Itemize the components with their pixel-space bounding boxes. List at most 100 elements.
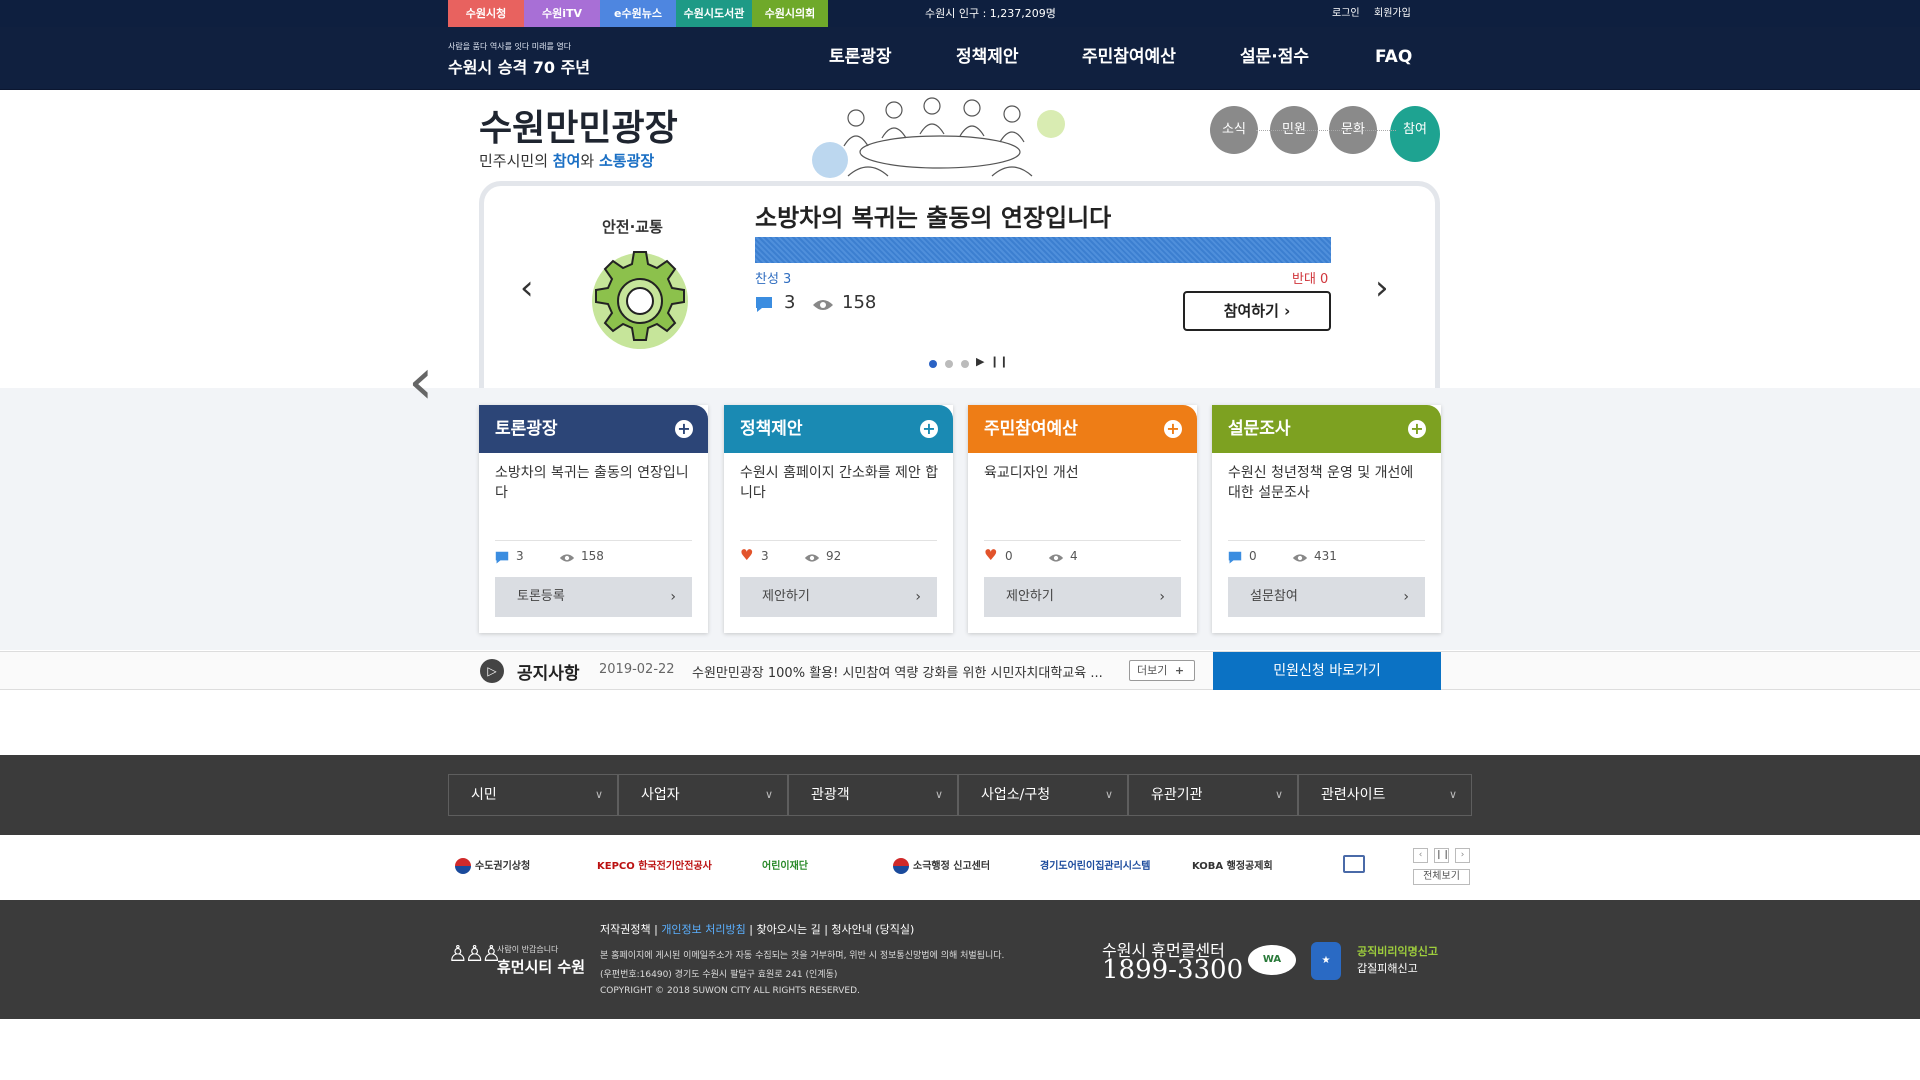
slide-next-button[interactable]: › [1375, 268, 1389, 308]
view-all-button[interactable]: 전체보기 [1413, 869, 1470, 885]
tab-suwon-city[interactable]: 수원시청 [448, 0, 524, 27]
footer-logo: 휴먼시티 수원 [497, 958, 586, 976]
slide-dot-3[interactable] [961, 360, 969, 368]
nav-faq[interactable]: FAQ [1375, 27, 1412, 87]
card-text[interactable]: 수원신 청년정책 운영 및 개선에 대한 설문조사 [1228, 463, 1428, 503]
partner-logo-4[interactable]: 소극행정 신고센터 [893, 857, 990, 874]
card-text[interactable]: 육교디자인 개선 [984, 463, 1184, 483]
notice-text[interactable]: 수원만민광장 100% 활용! 시민참여 역량 강화를 위한 시민자치대학교육 … [692, 662, 1122, 681]
monitor-icon[interactable] [1343, 855, 1365, 873]
plus-icon[interactable]: + [1408, 420, 1426, 438]
report-corruption-link[interactable]: 공직비리익명신고 [1357, 943, 1438, 959]
nav-budget[interactable]: 주민참여예산 [1082, 27, 1176, 87]
select-related-sites[interactable]: 관련사이트 ∨ [1298, 774, 1472, 816]
link-copyright[interactable]: 저작권정책 [600, 923, 651, 936]
nav-policy[interactable]: 정책제안 [956, 27, 1019, 87]
footer-logo-tagline: 사람이 반갑습니다 [497, 945, 559, 954]
card-action-button[interactable]: 제안하기 › [740, 577, 937, 617]
card-action-button[interactable]: 토론등록 › [495, 577, 692, 617]
people-icon: ♙♙♙ [448, 942, 501, 967]
chevron-down-icon: ∨ [594, 788, 603, 801]
card-text[interactable]: 수원시 홈페이지 간소화를 제안 합니다 [740, 463, 940, 503]
agree-count: 찬성 3 [755, 272, 792, 287]
card-header[interactable]: 설문조사 [1212, 405, 1441, 453]
signup-link[interactable]: 회원가입 [1374, 0, 1411, 27]
chevron-right-icon: › [670, 589, 676, 605]
card-header[interactable]: 정책제안 [724, 405, 953, 453]
card-stat-1: 0 [1249, 549, 1257, 563]
partner-logo-2[interactable]: KEPCO 한국전기안전공사 [597, 857, 712, 872]
slide-dot-1[interactable] [929, 360, 937, 368]
card-stat-1: 3 [516, 549, 524, 563]
select-citizen[interactable]: 시민 ∨ [448, 774, 618, 816]
card-action-button[interactable]: 제안하기 › [984, 577, 1181, 617]
tab-suwon-itv[interactable]: 수원iTV [524, 0, 600, 27]
report-abuse-link[interactable]: 갑질피해신고 [1357, 960, 1418, 976]
partner-logo-3[interactable]: 어린이재단 [762, 857, 808, 872]
logo[interactable]: 수원시 승격 70 주년 [448, 54, 590, 78]
circle-tab-news[interactable]: 소식 [1210, 106, 1258, 154]
notice-title: 공지사항 [517, 664, 580, 684]
join-button[interactable]: 참여하기 › [1183, 291, 1331, 331]
divider [1228, 540, 1425, 541]
partner-logo-6[interactable]: KOBA 행정공제회 [1192, 857, 1273, 872]
link-building[interactable]: 청사안내 (당직실) [831, 923, 914, 936]
chevron-right-icon: › [1284, 302, 1291, 320]
select-office[interactable]: 사업소/구청 ∨ [958, 774, 1128, 816]
comment-icon [756, 297, 772, 312]
eye-icon [1292, 554, 1308, 562]
slide-prev-button[interactable]: ‹ [520, 268, 534, 308]
play-icon[interactable]: ▶ [976, 355, 984, 368]
callcenter-number: 1899-3300 [1102, 955, 1244, 985]
tab-e-suwon-news[interactable]: e수원뉴스 [600, 0, 676, 27]
plus-icon[interactable]: + [1164, 420, 1182, 438]
card-header[interactable]: 주민참여예산 [968, 405, 1197, 453]
select-agency[interactable]: 유관기관 ∨ [1128, 774, 1298, 816]
slide-title[interactable]: 소방차의 복귀는 출동의 연장입니다 [755, 198, 1111, 233]
link-directions[interactable]: 찾아오시는 길 [756, 923, 820, 936]
link-privacy[interactable]: 개인정보 처리방침 [661, 923, 745, 936]
tab-suwon-council[interactable]: 수원시의회 [752, 0, 828, 27]
page-title: 수원만민광장 [479, 108, 678, 149]
select-business[interactable]: 사업자 ∨ [618, 774, 788, 816]
civil-request-button[interactable]: 민원신청 바로가기 [1213, 652, 1441, 690]
logo-next-icon[interactable]: › [1455, 848, 1470, 863]
top-utility-bar: 수원시청 수원iTV e수원뉴스 수원시도서관 수원시의회 수원시 인구 : 1… [0, 0, 1920, 27]
card-header[interactable]: 토론광장 [479, 405, 708, 453]
page-prev-button[interactable]: ‹ [408, 350, 434, 414]
login-link[interactable]: 로그인 [1332, 0, 1360, 27]
card-stat-1: 3 [761, 549, 769, 563]
wa-mark-icon: WA [1248, 945, 1296, 975]
logo-prev-icon[interactable]: ‹ [1413, 848, 1428, 863]
page-subtitle: 민주시민의 참여와 소통광장 [479, 152, 655, 170]
notice-date: 2019-02-22 [599, 662, 675, 677]
nav-debate[interactable]: 토론광장 [829, 27, 892, 87]
partner-logo-5[interactable]: 경기도어린이집관리시스템 [1040, 857, 1150, 872]
card-budget: 주민참여예산 + 육교디자인 개선 ♥ 0 4 제안하기 › [968, 405, 1197, 633]
card-text[interactable]: 소방차의 복귀는 출동의 연장입니다 [495, 463, 695, 503]
slide-view-count: 158 [842, 292, 877, 313]
more-button[interactable]: 더보기 + [1129, 660, 1195, 681]
card-stat-2: 431 [1314, 549, 1337, 563]
circle-tab-participation[interactable]: 참여 [1390, 106, 1440, 162]
nav-survey[interactable]: 설문·점수 [1240, 27, 1309, 87]
content-background [0, 388, 1920, 650]
tab-connector [1256, 130, 1396, 131]
card-action-button[interactable]: 설문참여 › [1228, 577, 1425, 617]
partner-logo-1[interactable]: 수도권기상청 [455, 857, 530, 874]
plus-icon[interactable]: + [920, 420, 938, 438]
card-stat-1: 0 [1005, 549, 1013, 563]
footer-copyright: COPYRIGHT © 2018 SUWON CITY ALL RIGHTS R… [600, 986, 860, 996]
eye-icon [804, 554, 820, 562]
logo-pause-icon[interactable]: ❙❙ [1434, 848, 1450, 863]
plus-icon[interactable]: + [675, 420, 693, 438]
eye-icon [813, 300, 833, 310]
taegeuk-icon [893, 858, 909, 874]
tab-suwon-library[interactable]: 수원시도서관 [676, 0, 752, 27]
select-tourist[interactable]: 관광객 ∨ [788, 774, 958, 816]
chevron-right-icon: › [1403, 589, 1409, 605]
oppose-count: 반대 0 [1292, 272, 1329, 287]
pause-icon[interactable]: ❙❙ [990, 355, 1008, 368]
meeting-illustration [812, 97, 1065, 178]
slide-dot-2[interactable] [945, 360, 953, 368]
